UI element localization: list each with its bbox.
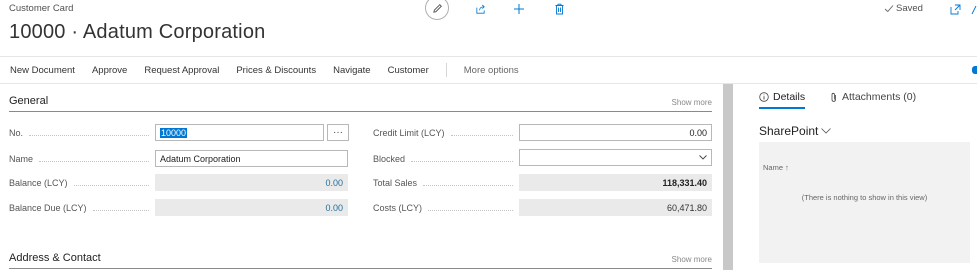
open-new-window-button[interactable] [950,2,961,20]
tab-details-label: Details [773,91,806,103]
sharepoint-title[interactable]: SharePoint [759,124,832,138]
pencil-icon [432,3,442,13]
blocked-label: Blocked [373,154,513,164]
blocked-select[interactable] [519,149,712,166]
name-field[interactable]: Adatum Corporation [155,150,348,167]
checkmark-icon [884,5,894,13]
action-customer[interactable]: Customer [388,65,429,76]
saved-label: Saved [896,3,923,14]
saved-status: Saved [884,3,923,14]
balance-due-label: Balance Due (LCY) [9,203,149,213]
new-button[interactable] [510,0,528,18]
open-new-window-icon [950,4,961,15]
collapse-icon[interactable] [970,2,977,15]
total-sales-label: Total Sales [373,178,513,188]
action-navigate[interactable]: Navigate [333,65,371,76]
address-section-title[interactable]: Address & Contact [9,252,101,264]
sharepoint-list: Name ↑ (There is nothing to show in this… [759,142,970,263]
costs-field: 60,471.80 [519,199,712,216]
section-divider [9,111,712,112]
more-options-button[interactable]: More options [464,65,519,76]
action-new-document[interactable]: New Document [10,65,75,76]
balance-field[interactable]: 0.00 [155,174,348,191]
share-button[interactable] [471,0,489,18]
action-approve[interactable]: Approve [92,65,127,76]
sort-arrow-up-icon: ↑ [785,163,789,172]
delete-button[interactable] [550,0,568,18]
tab-details[interactable]: Details [759,91,806,109]
breadcrumb: Customer Card [9,3,74,14]
chevron-down-icon [821,128,832,134]
empty-message: (There is nothing to show in this view) [801,193,928,202]
tab-attachments[interactable]: Attachments (0) [830,91,916,103]
no-label: No. [9,128,149,138]
no-field[interactable]: 10000 [155,124,324,141]
no-value: 10000 [160,127,188,138]
factbox-pane: Details Attachments (0) SharePoint Name … [733,84,977,270]
chevron-down-icon [699,155,707,160]
scroll-indicator [972,66,977,74]
credit-limit-field[interactable]: 0.00 [519,124,712,141]
total-sales-field[interactable]: 118,331.40 [519,174,712,191]
share-icon [475,4,485,14]
credit-limit-label: Credit Limit (LCY) [373,128,513,138]
balance-label: Balance (LCY) [9,178,149,188]
main-content: General Show more No. 10000 ··· Name Ada… [0,84,723,270]
name-label: Name [9,154,149,164]
info-icon [759,92,769,102]
edit-button[interactable] [425,0,449,20]
action-separator [445,63,447,77]
address-show-more[interactable]: Show more [672,255,712,264]
general-show-more[interactable]: Show more [672,98,712,107]
section-divider [9,268,712,269]
assist-edit-button[interactable]: ··· [327,124,349,141]
page-title: 10000 · Adatum Corporation [9,21,266,43]
costs-label: Costs (LCY) [373,203,513,213]
general-section-title[interactable]: General [9,95,48,107]
tab-attachments-label: Attachments (0) [842,91,917,103]
trash-icon [555,3,563,15]
plus-icon [514,4,524,14]
splitter-bar[interactable] [723,84,733,270]
action-request-approval[interactable]: Request Approval [144,65,219,76]
name-column-header[interactable]: Name ↑ [763,163,789,172]
action-bar: New Document Approve Request Approval Pr… [0,56,977,84]
action-prices-discounts[interactable]: Prices & Discounts [236,65,316,76]
balance-due-field[interactable]: 0.00 [155,199,348,216]
paperclip-icon [831,92,836,102]
